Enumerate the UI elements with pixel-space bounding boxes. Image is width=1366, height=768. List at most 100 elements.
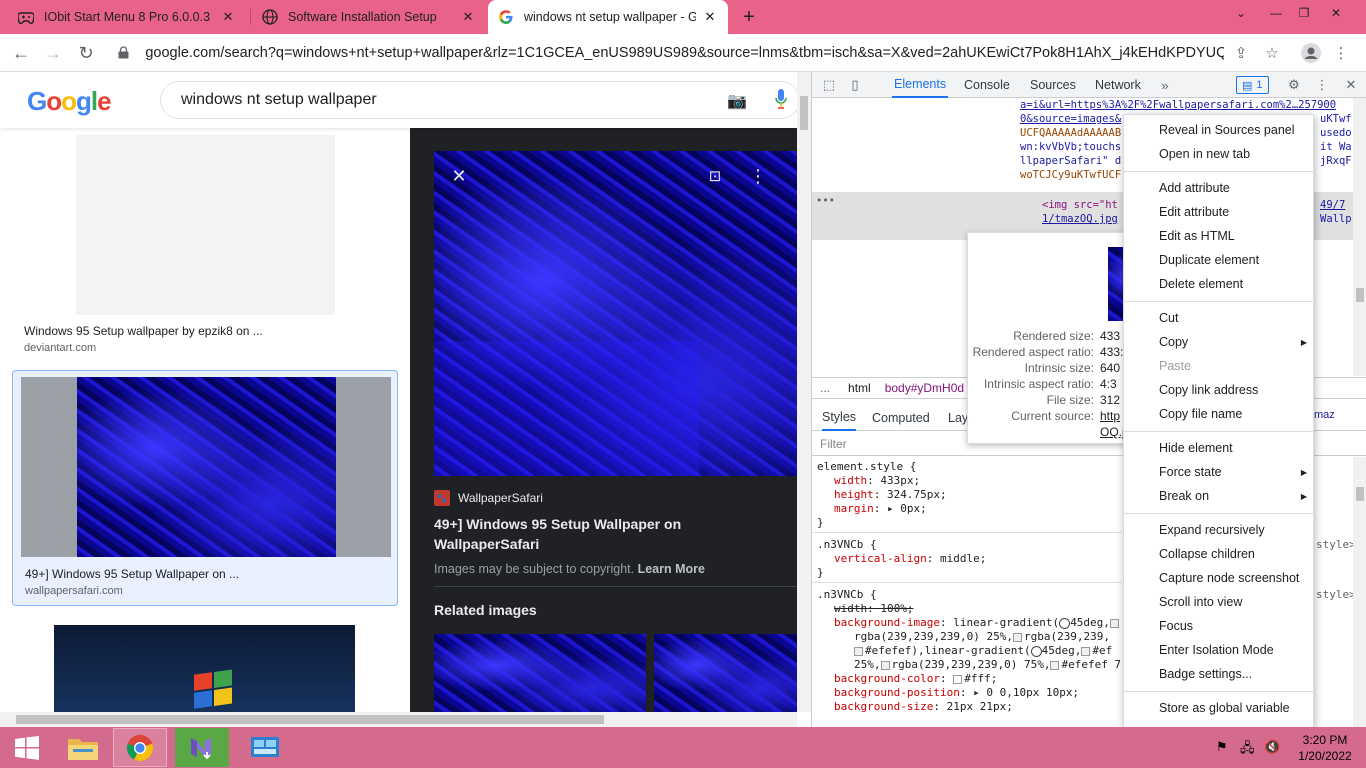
menu-item-duplicate-element[interactable]: Duplicate element bbox=[1124, 249, 1315, 271]
image-result-selected[interactable]: 49+] Windows 95 Setup Wallpaper on ... w… bbox=[12, 370, 398, 606]
minimize-button[interactable]: — bbox=[1262, 0, 1290, 26]
tab-sources[interactable]: Sources bbox=[1030, 72, 1076, 98]
menu-item-reveal-in-sources-panel[interactable]: Reveal in Sources panel bbox=[1124, 119, 1315, 141]
more-tabs-icon[interactable]: » bbox=[1156, 76, 1174, 94]
menu-item-force-state[interactable]: Force state ▶ bbox=[1124, 461, 1315, 483]
close-icon[interactable]: ✕ bbox=[460, 9, 476, 25]
color-swatch[interactable] bbox=[1081, 646, 1091, 656]
tab-network[interactable]: Network bbox=[1095, 72, 1141, 98]
menu-item-capture-node-screenshot[interactable]: Capture node screenshot bbox=[1124, 567, 1315, 589]
preview-site[interactable]: 🐾 WallpaperSafari bbox=[434, 490, 543, 506]
more-menu-icon[interactable]: ⋮ bbox=[1330, 42, 1352, 64]
volume-muted-icon[interactable]: 🔇 bbox=[1264, 739, 1280, 755]
installer-taskbar-button[interactable] bbox=[175, 728, 229, 767]
result-thumbnail[interactable] bbox=[54, 625, 355, 712]
page-vertical-scrollbar[interactable] bbox=[797, 72, 811, 712]
result-caption[interactable]: Windows 95 Setup wallpaper by epzik8 on … bbox=[24, 324, 263, 338]
menu-item-copy-link-address[interactable]: Copy link address bbox=[1124, 379, 1315, 401]
camera-icon[interactable]: 📷 bbox=[727, 91, 747, 111]
menu-item-badge-settings[interactable]: Badge settings... bbox=[1124, 663, 1315, 685]
tab-layout[interactable]: Lay bbox=[948, 405, 968, 431]
color-swatch[interactable] bbox=[1109, 618, 1119, 628]
color-swatch[interactable] bbox=[1050, 660, 1060, 670]
tab-search-icon[interactable]: ⌄ bbox=[1227, 0, 1255, 26]
angle-clock-icon[interactable] bbox=[1030, 645, 1042, 657]
tab-google-search[interactable]: windows nt setup wallpaper - Go ✕ bbox=[488, 0, 728, 34]
system-clock[interactable]: 3:20 PM 1/20/2022 bbox=[1290, 732, 1360, 764]
more-options-icon[interactable]: ⋮ bbox=[1313, 76, 1331, 94]
menu-item-expand-recursively[interactable]: Expand recursively bbox=[1124, 519, 1315, 541]
menu-item-copy-file-name[interactable]: Copy file name bbox=[1124, 403, 1315, 425]
close-devtools-icon[interactable]: ✕ bbox=[1342, 76, 1360, 94]
new-tab-button[interactable]: + bbox=[737, 5, 761, 29]
result-source[interactable]: wallpapersafari.com bbox=[25, 585, 123, 597]
breadcrumb-html[interactable]: html bbox=[848, 381, 871, 395]
forward-button[interactable]: → bbox=[40, 40, 66, 66]
color-swatch[interactable] bbox=[1012, 632, 1022, 642]
device-toolbar-icon[interactable]: ▯ bbox=[846, 76, 864, 94]
result-thumbnail[interactable] bbox=[77, 377, 336, 557]
learn-more-link[interactable]: Learn More bbox=[638, 562, 705, 576]
close-icon[interactable]: ✕ bbox=[702, 9, 718, 25]
menu-item-copy[interactable]: Copy ▶ bbox=[1124, 331, 1315, 353]
color-swatch[interactable] bbox=[880, 660, 890, 670]
dom-scrollbar[interactable] bbox=[1353, 98, 1366, 376]
bookmark-star-icon[interactable]: ☆ bbox=[1261, 42, 1283, 64]
menu-item-add-attribute[interactable]: Add attribute bbox=[1124, 177, 1315, 199]
tab-computed[interactable]: Computed bbox=[872, 405, 930, 431]
reload-button[interactable]: ↻ bbox=[73, 40, 99, 66]
microphone-icon[interactable] bbox=[775, 89, 787, 109]
start-button[interactable] bbox=[0, 728, 54, 767]
menu-item-store-as-global-variable[interactable]: Store as global variable bbox=[1124, 697, 1315, 719]
preview-image[interactable] bbox=[434, 151, 797, 476]
image-result[interactable]: Windows 95 Setup wallpaper by epzik8 on … bbox=[12, 128, 398, 368]
close-window-button[interactable]: ✕ bbox=[1322, 0, 1350, 26]
back-button[interactable]: ← bbox=[8, 40, 34, 66]
flag-notification-icon[interactable]: ⚑ bbox=[1216, 739, 1228, 755]
tab-styles[interactable]: Styles bbox=[822, 405, 857, 431]
tab-software-installation[interactable]: Software Installation Setup ✕ bbox=[252, 0, 486, 34]
network-icon[interactable]: 🖧 bbox=[1240, 739, 1255, 761]
settings-gear-icon[interactable]: ⚙ bbox=[1285, 76, 1303, 94]
menu-item-scroll-into-view[interactable]: Scroll into view bbox=[1124, 591, 1315, 613]
more-options-icon[interactable]: ⋮ bbox=[746, 164, 770, 188]
close-icon[interactable]: ✕ bbox=[447, 164, 471, 188]
result-caption[interactable]: 49+] Windows 95 Setup Wallpaper on ... bbox=[25, 567, 239, 581]
inspect-element-icon[interactable]: ⬚ bbox=[820, 76, 838, 94]
chrome-taskbar-button[interactable] bbox=[113, 728, 167, 767]
breadcrumb-body[interactable]: body#yDmH0d bbox=[885, 381, 964, 395]
close-icon[interactable]: ✕ bbox=[220, 9, 236, 25]
menu-item-delete-element[interactable]: Delete element bbox=[1124, 273, 1315, 295]
tab-elements[interactable]: Elements bbox=[892, 72, 949, 98]
color-swatch[interactable] bbox=[854, 646, 863, 656]
search-input[interactable]: windows nt setup wallpaper 📷 bbox=[160, 81, 797, 119]
google-logo[interactable]: Google bbox=[27, 86, 112, 117]
styles-scrollbar[interactable] bbox=[1353, 457, 1366, 727]
share-icon[interactable]: ⇪ bbox=[1230, 42, 1252, 64]
lens-search-icon[interactable]: ⊡ bbox=[703, 164, 727, 188]
color-swatch[interactable] bbox=[953, 674, 963, 684]
control-panel-taskbar-button[interactable] bbox=[238, 728, 292, 767]
menu-item-break-on[interactable]: Break on ▶ bbox=[1124, 485, 1315, 507]
result-source[interactable]: deviantart.com bbox=[24, 342, 96, 354]
preview-title[interactable]: 49+] Windows 95 Setup Wallpaper on Wallp… bbox=[434, 514, 734, 554]
issues-badge[interactable]: ▤ 1 bbox=[1236, 76, 1269, 94]
image-result[interactable] bbox=[12, 618, 398, 712]
menu-item-edit-as-html[interactable]: Edit as HTML bbox=[1124, 225, 1315, 247]
tab-iobit[interactable]: IObit Start Menu 8 Pro 6.0.0.3 Cr ✕ bbox=[8, 0, 246, 34]
related-image[interactable] bbox=[654, 634, 797, 712]
tab-console[interactable]: Console bbox=[964, 72, 1010, 98]
angle-clock-icon[interactable] bbox=[1059, 617, 1071, 629]
page-horizontal-scrollbar[interactable] bbox=[0, 712, 797, 727]
menu-item-enter-isolation-mode[interactable]: Enter Isolation Mode bbox=[1124, 639, 1315, 661]
menu-item-cut[interactable]: Cut bbox=[1124, 307, 1315, 329]
file-explorer-button[interactable] bbox=[56, 728, 110, 767]
menu-item-paste[interactable]: Paste bbox=[1124, 355, 1315, 377]
restore-button[interactable]: ❐ bbox=[1290, 0, 1318, 26]
address-bar[interactable]: google.com/search?q=windows+nt+setup+wal… bbox=[112, 38, 1224, 68]
menu-item-hide-element[interactable]: Hide element bbox=[1124, 437, 1315, 459]
profile-avatar-icon[interactable] bbox=[1300, 42, 1322, 64]
menu-item-open-in-new-tab[interactable]: Open in new tab bbox=[1124, 143, 1315, 165]
menu-item-collapse-children[interactable]: Collapse children bbox=[1124, 543, 1315, 565]
related-image[interactable] bbox=[434, 634, 646, 712]
